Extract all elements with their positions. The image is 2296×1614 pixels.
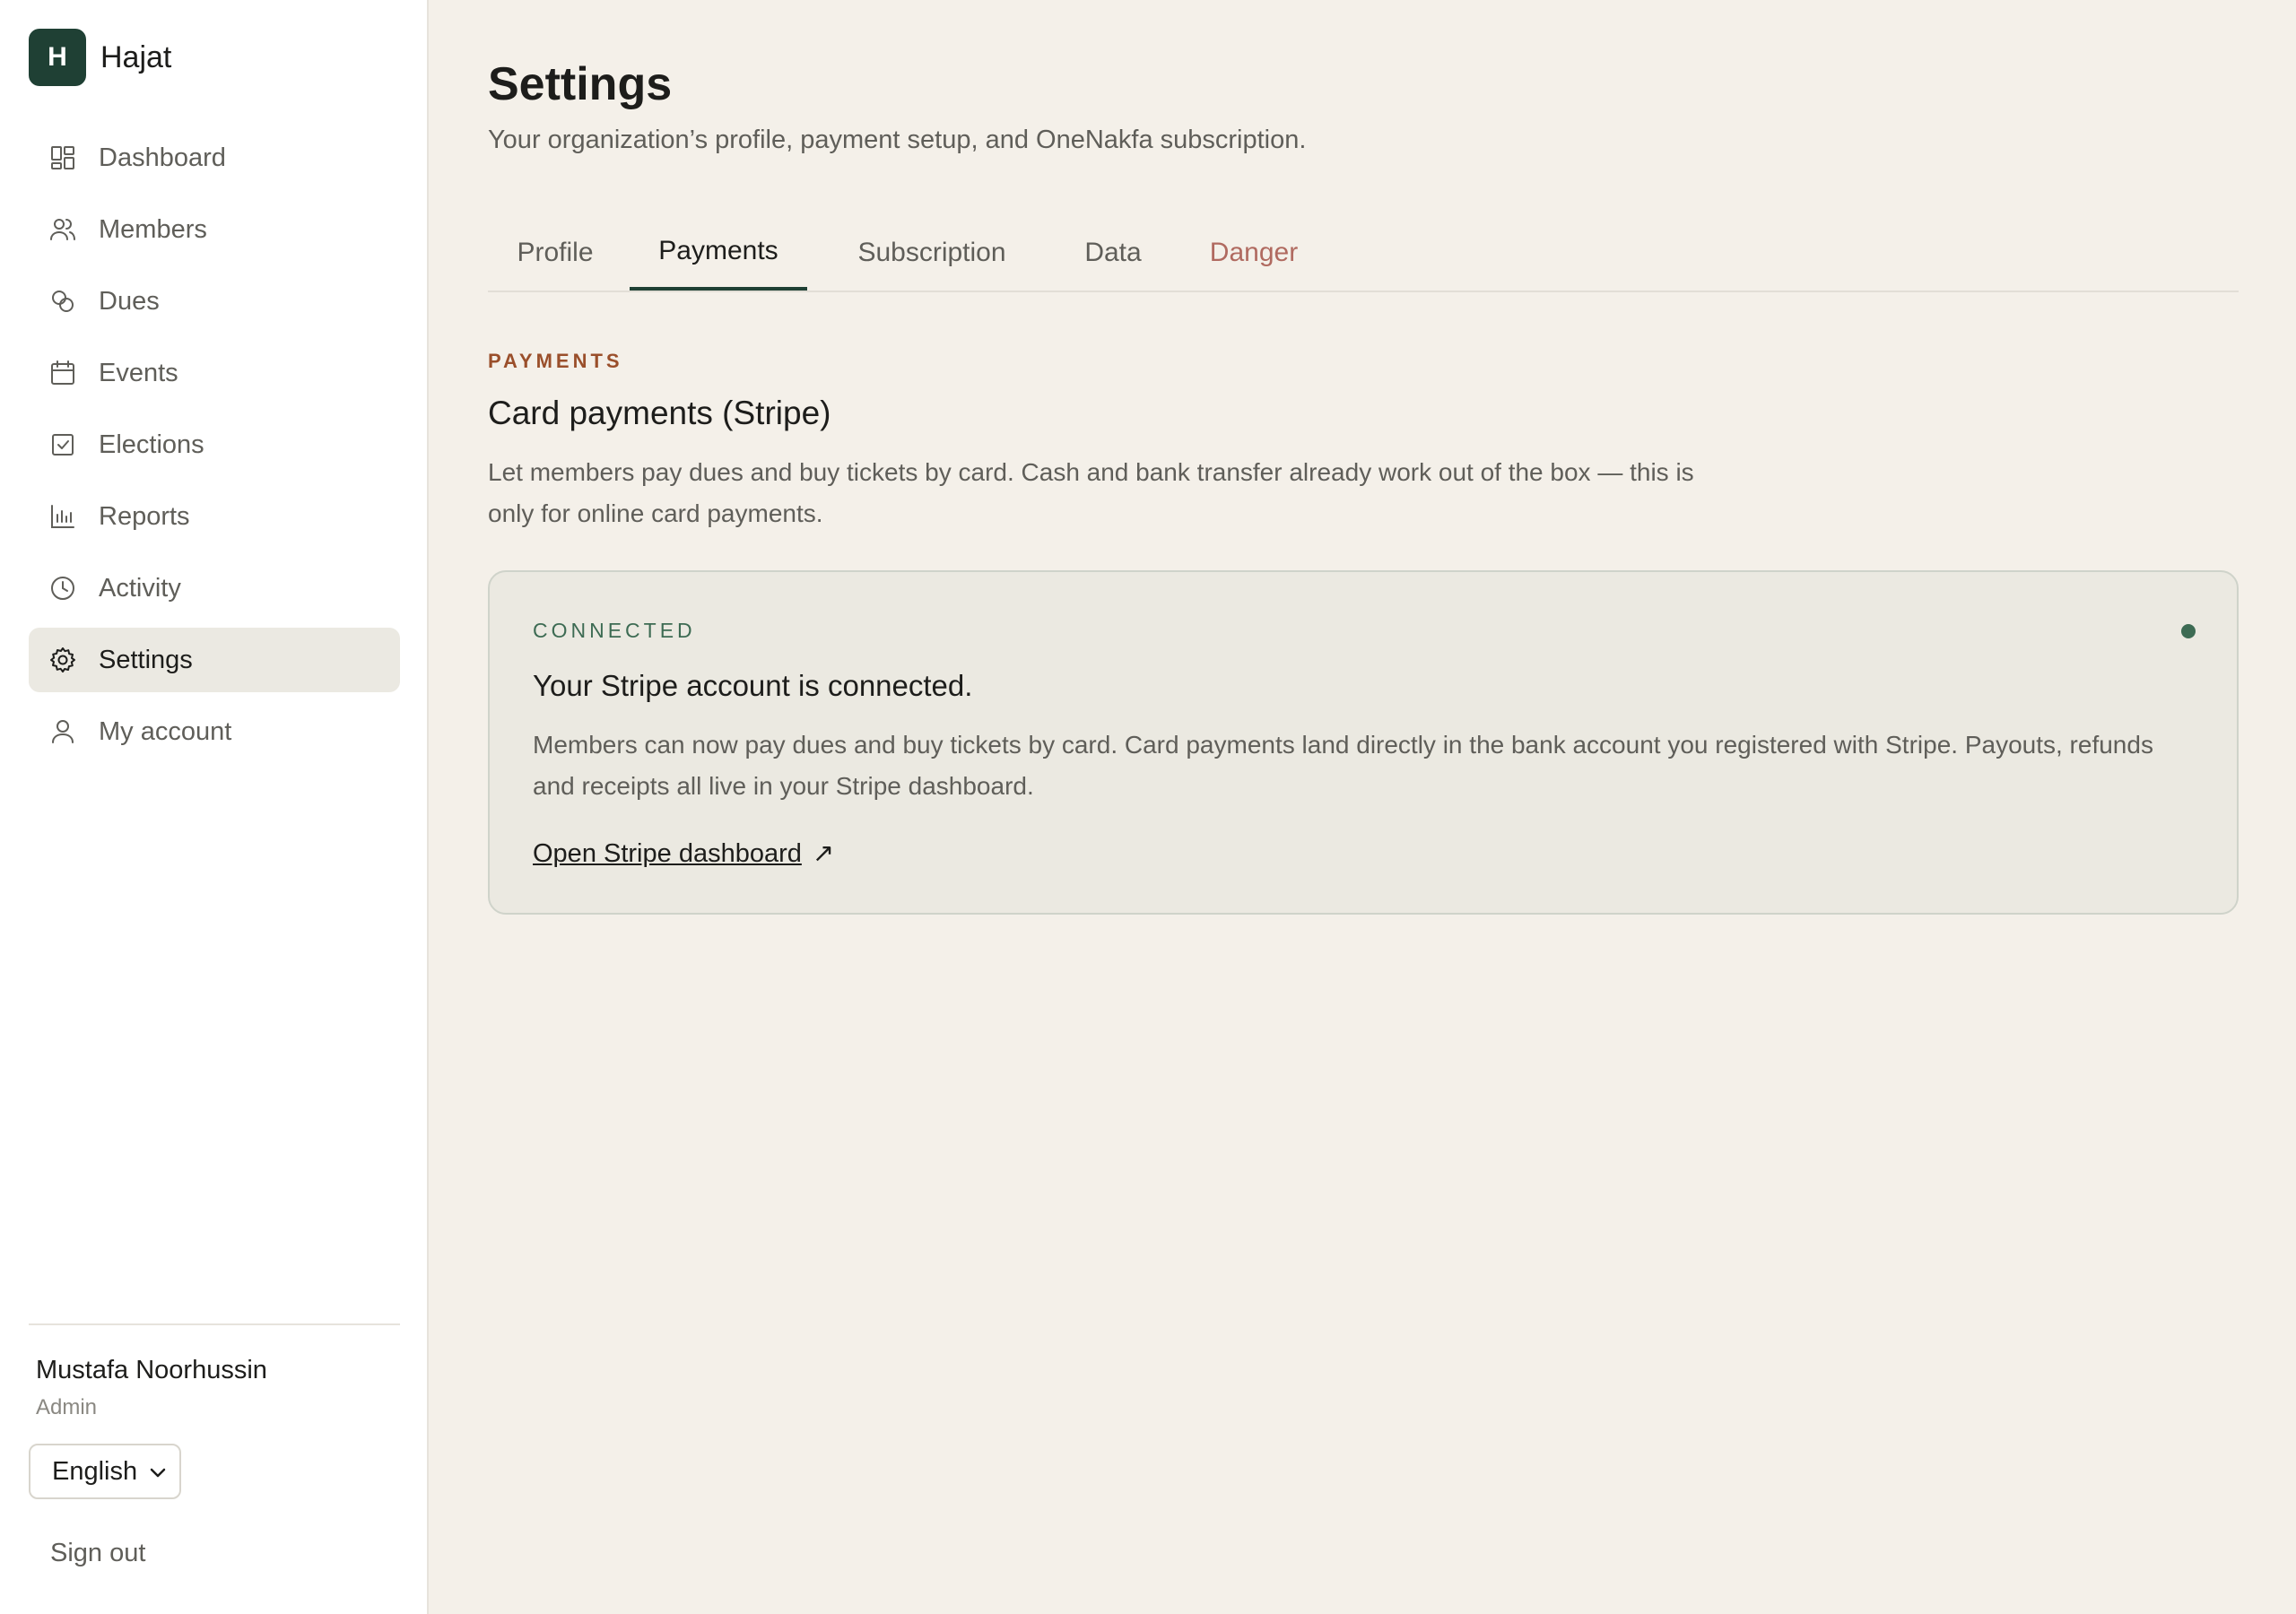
sidebar-item-label: Members — [99, 214, 207, 244]
sidebar-nav: Dashboard Members Dues Events Elections … — [29, 126, 400, 771]
section-kicker: PAYMENTS — [488, 350, 623, 372]
link-label: Open Stripe dashboard — [533, 839, 802, 868]
sidebar-item-elections[interactable]: Elections — [29, 412, 400, 477]
language-select-value: English — [52, 1456, 138, 1486]
sidebar-item-dashboard[interactable]: Dashboard — [29, 126, 400, 190]
section-description: Let members pay dues and buy tickets by … — [488, 458, 1694, 527]
tab-data[interactable]: Data — [1057, 215, 1170, 291]
sidebar-item-members[interactable]: Members — [29, 197, 400, 262]
chevron-down-icon — [150, 1468, 166, 1478]
settings-tabs: Profile Payments Subscription Data Dange… — [488, 215, 2239, 292]
sidebar-item-activity[interactable]: Activity — [29, 556, 400, 620]
status-title: Your Stripe account is connected. — [533, 669, 973, 702]
coins-icon — [48, 287, 77, 316]
sign-out-button[interactable]: Sign out — [50, 1539, 145, 1568]
tab-subscription[interactable]: Subscription — [820, 215, 1044, 291]
stripe-status-card: CONNECTED Your Stripe account is connect… — [488, 570, 2239, 915]
sidebar-item-label: Activity — [99, 573, 181, 603]
clock-icon — [48, 574, 77, 603]
dashboard-icon — [48, 143, 77, 172]
tab-payments[interactable]: Payments — [630, 215, 807, 291]
users-icon — [48, 215, 77, 244]
status-dot-icon — [2181, 624, 2196, 638]
sidebar-item-settings[interactable]: Settings — [29, 628, 400, 692]
app-root: H Hajat Dashboard Members Dues Events El… — [0, 0, 2296, 1614]
section-title: Card payments (Stripe) — [488, 395, 831, 431]
sidebar-item-my-account[interactable]: My account — [29, 699, 400, 764]
sidebar-item-label: Dashboard — [99, 143, 226, 172]
sidebar: H Hajat Dashboard Members Dues Events El… — [0, 0, 429, 1614]
page-subtitle: Your organization’s profile, payment set… — [488, 126, 1307, 154]
sidebar-item-label: Reports — [99, 501, 190, 531]
brand-name: Hajat — [100, 39, 172, 74]
sidebar-divider — [29, 1323, 400, 1325]
sidebar-item-events[interactable]: Events — [29, 341, 400, 405]
sidebar-item-label: Elections — [99, 430, 204, 459]
sidebar-item-label: Settings — [99, 645, 193, 674]
bar-chart-icon — [48, 502, 77, 531]
status-label: CONNECTED — [533, 619, 696, 642]
sidebar-item-reports[interactable]: Reports — [29, 484, 400, 549]
user-icon — [48, 717, 77, 746]
brand-logo: H — [29, 29, 86, 86]
sidebar-item-label: My account — [99, 716, 232, 746]
calendar-icon — [48, 359, 77, 387]
brand[interactable]: H Hajat — [29, 29, 171, 86]
page-title: Settings — [488, 58, 673, 110]
gear-icon — [48, 646, 77, 674]
language-select[interactable]: English — [29, 1444, 181, 1499]
status-description: Members can now pay dues and buy tickets… — [533, 731, 2153, 800]
ballot-check-icon — [48, 430, 77, 459]
open-stripe-dashboard-link[interactable]: Open Stripe dashboard ↗ — [533, 837, 834, 869]
sidebar-item-label: Dues — [99, 286, 160, 316]
user-name: Mustafa Noorhussin — [36, 1356, 267, 1384]
user-role: Admin — [36, 1395, 98, 1419]
tab-profile[interactable]: Profile — [488, 215, 622, 291]
tab-danger[interactable]: Danger — [1182, 215, 1326, 291]
sidebar-item-dues[interactable]: Dues — [29, 269, 400, 334]
sidebar-item-label: Events — [99, 358, 178, 387]
external-link-icon: ↗ — [812, 839, 835, 868]
